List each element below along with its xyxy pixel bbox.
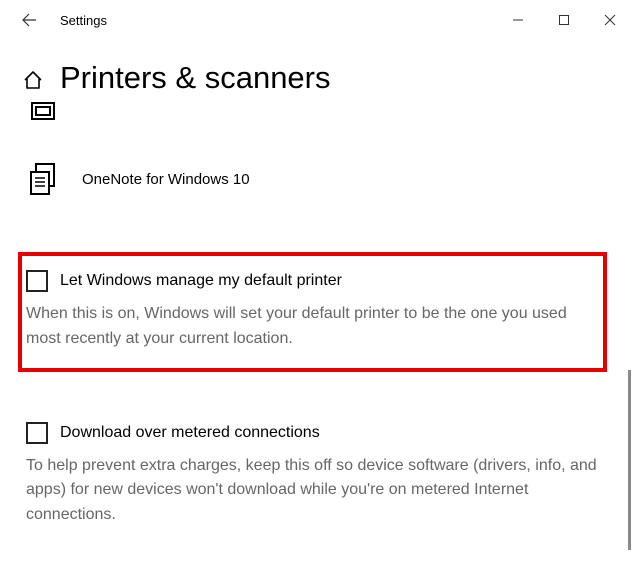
maximize-button[interactable] (541, 0, 587, 40)
metered-checkbox-row[interactable]: Download over metered connections (26, 422, 601, 444)
close-icon (604, 14, 616, 26)
default-printer-checkbox-row[interactable]: Let Windows manage my default printer (26, 270, 591, 292)
back-arrow-icon (21, 12, 37, 28)
window-controls (495, 0, 633, 40)
checkbox-label: Download over metered connections (60, 424, 320, 442)
close-button[interactable] (587, 0, 633, 40)
device-label: OneNote for Windows 10 (82, 171, 250, 188)
page-title: Printers & scanners (60, 60, 331, 96)
send-to-onenote-icon (28, 162, 58, 196)
checkbox[interactable] (26, 270, 48, 292)
checkbox[interactable] (26, 422, 48, 444)
minimize-button[interactable] (495, 0, 541, 40)
page-header: Printers & scanners (0, 40, 633, 100)
back-button[interactable] (10, 1, 48, 39)
maximize-icon (558, 14, 570, 26)
device-row-partial[interactable] (22, 94, 613, 138)
device-row-onenote[interactable]: OneNote for Windows 10 (22, 156, 613, 204)
titlebar: Settings (0, 0, 633, 40)
default-printer-setting: Let Windows manage my default printer Wh… (18, 252, 607, 372)
minimize-icon (512, 14, 524, 26)
checkbox-label: Let Windows manage my default printer (60, 272, 342, 290)
scrollbar-thumb[interactable] (628, 370, 631, 550)
metered-description: To help prevent extra charges, keep this… (26, 454, 601, 528)
printer-icon (28, 100, 58, 130)
content-area: OneNote for Windows 10 Let Windows manag… (0, 100, 633, 540)
metered-setting: Download over metered connections To hel… (22, 408, 613, 540)
default-printer-description: When this is on, Windows will set your d… (26, 302, 591, 352)
window-title: Settings (60, 13, 495, 28)
home-icon[interactable] (22, 69, 44, 91)
